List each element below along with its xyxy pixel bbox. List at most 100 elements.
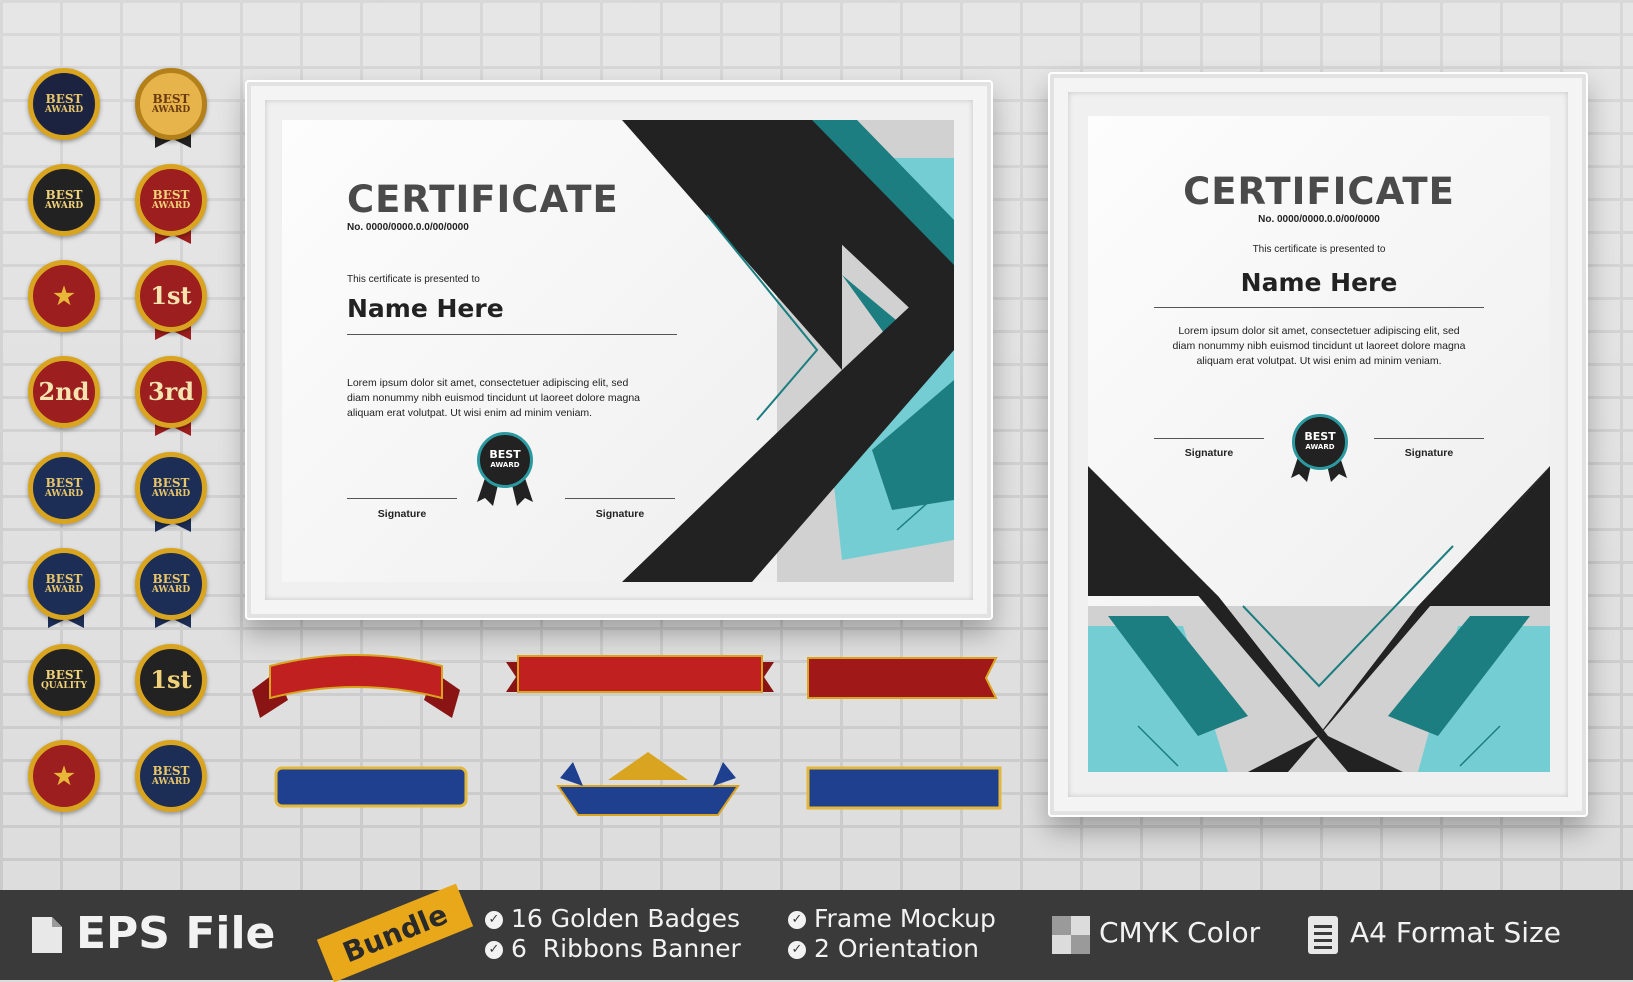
badge-text-top: 1st (150, 665, 192, 694)
portrait-body-text: Lorem ipsum dolor sit amet, consectetuer… (1088, 324, 1550, 369)
portrait-certificate-number: No. 0000/0000.0.0/00/0000 (1258, 214, 1380, 225)
bundle-tag: Bundle (316, 883, 474, 982)
feature-frame-mockup: ✓ Frame Mockup (788, 904, 996, 933)
a4-format-label: A4 Format Size (1350, 916, 1561, 949)
document-list-icon (1308, 916, 1338, 954)
award-badge: BEST AWARD (28, 164, 100, 236)
award-badge: BEST AWARD (135, 164, 207, 236)
portrait-body-line: Lorem ipsum dolor sit amet, consectetuer… (1178, 325, 1460, 337)
check-icon: ✓ (485, 911, 503, 929)
badge-text-top: BEST (45, 667, 83, 682)
cmyk-color-label: CMYK Color (1099, 916, 1261, 949)
cmyk-color-icon (1052, 916, 1090, 954)
footer-bar: EPS File Bundle ✓ 16 Golden Badges ✓ 6 Rib… (0, 883, 1633, 982)
red-ribbon-straight (506, 655, 774, 693)
seal-text-top: BEST (489, 448, 521, 461)
badge-text-bottom: QUALITY (40, 680, 88, 691)
badge-text-bottom: AWARD (44, 104, 84, 115)
landscape-body-line: diam nonummy nibh euismod tincidunt ut l… (347, 392, 641, 404)
badge-text-top: BEST (152, 475, 190, 490)
award-badge: BEST AWARD (28, 68, 100, 140)
landscape-certificate-title: CERTIFICATE (347, 178, 619, 221)
seal-text-bottom: AWARD (1305, 443, 1335, 451)
portrait-frame: CERTIFICATE No. 0000/0000.0.0/00/0000 Th… (1048, 72, 1588, 817)
portrait-signature-line-right (1374, 438, 1484, 439)
award-badge: BEST AWARD (135, 740, 207, 812)
portrait-certificate-title: CERTIFICATE (1183, 170, 1455, 213)
feature-text: 2 Orientation (814, 934, 979, 963)
badge-text-bottom: AWARD (151, 104, 191, 115)
award-badge: BEST AWARD (135, 452, 207, 524)
landscape-best-award-seal: BEST AWARD (477, 432, 533, 488)
landscape-signature-right: Signature (595, 508, 645, 520)
portrait-body-line: aliquam erat volutpat. Ut wisi enim ad m… (1196, 355, 1442, 367)
badge-text-top: ★ (53, 281, 75, 310)
landscape-frame: CERTIFICATE No. 0000/0000.0.0/00/0000 Th… (245, 80, 993, 620)
badge-text-bottom: AWARD (151, 584, 191, 595)
badge-text-bottom: AWARD (44, 488, 84, 499)
portrait-signature-left: Signature (1184, 447, 1234, 459)
award-badge: BEST AWARD (28, 548, 100, 620)
portrait-best-award-seal: BEST AWARD (1292, 414, 1348, 470)
blue-ribbon-folded (556, 752, 740, 816)
landscape-name-line (347, 334, 677, 335)
blue-ribbon-rounded (274, 766, 468, 808)
seal-text-top: BEST (1304, 430, 1336, 443)
blue-ribbon-flat (806, 766, 1002, 810)
badge-text-bottom: AWARD (44, 584, 84, 595)
badge-text-bottom: AWARD (151, 488, 191, 499)
portrait-body-line: diam nonummy nibh euismod tincidunt ut l… (1172, 340, 1466, 352)
badge-text-top: BEST (45, 91, 83, 106)
badge-text-top: BEST (45, 187, 83, 202)
landscape-signature-line-left (347, 498, 457, 499)
feature-text: Frame Mockup (814, 904, 996, 933)
portrait-presented-text: This certificate is presented to (1252, 244, 1386, 255)
badge-text-top: 3rd (147, 377, 195, 406)
badge-text-bottom: AWARD (151, 200, 191, 211)
check-icon: ✓ (788, 941, 806, 959)
award-badge: 1st (135, 260, 207, 332)
badge-text-top: 1st (150, 281, 192, 310)
badge-text-top: BEST (152, 187, 190, 202)
portrait-signature-line-left (1154, 438, 1264, 439)
landscape-certificate-number: No. 0000/0000.0.0/00/0000 (347, 222, 469, 233)
bundle-label: Bundle (337, 897, 453, 969)
badge-text-top: ★ (53, 761, 75, 790)
landscape-signature-line-right (565, 498, 675, 499)
feature-golden-badges: ✓ 16 Golden Badges (485, 904, 740, 933)
badge-text-top: BEST (152, 571, 190, 586)
award-badge: 3rd (135, 356, 207, 428)
award-badge: BEST AWARD (135, 68, 207, 140)
feature-ribbons-banner: ✓ 6 Ribbons Banner (485, 934, 741, 963)
award-badge: BEST AWARD (28, 452, 100, 524)
landscape-certificate: CERTIFICATE No. 0000/0000.0.0/00/0000 Th… (282, 120, 954, 582)
check-icon: ✓ (485, 941, 503, 959)
eps-file-label: EPS File (76, 908, 276, 959)
check-icon: ✓ (788, 911, 806, 929)
award-badge: 2nd (28, 356, 100, 428)
red-ribbon-curved (252, 654, 460, 718)
badge-text-bottom: AWARD (151, 776, 191, 787)
portrait-signature-right: Signature (1404, 447, 1454, 459)
landscape-body-text: Lorem ipsum dolor sit amet, consectetuer… (347, 376, 687, 421)
landscape-body-line: aliquam erat volutpat. Ut wisi enim ad m… (347, 407, 593, 419)
portrait-name-line (1154, 307, 1484, 308)
award-badge: BEST QUALITY (28, 644, 100, 716)
red-ribbon-tag (807, 657, 998, 699)
badge-text-top: BEST (45, 571, 83, 586)
award-badge: BEST AWARD (135, 548, 207, 620)
award-badge: 1st (135, 644, 207, 716)
seal-text-bottom: AWARD (490, 461, 520, 469)
document-icon (32, 917, 62, 953)
ribbon-banners (252, 654, 1002, 816)
landscape-signature-left: Signature (377, 508, 427, 520)
landscape-body-line: Lorem ipsum dolor sit amet, consectetuer… (347, 377, 629, 389)
badge-text-top: BEST (45, 475, 83, 490)
feature-text: 6 Ribbons Banner (511, 934, 741, 963)
feature-orientation: ✓ 2 Orientation (788, 934, 979, 963)
badge-text-top: 2nd (38, 377, 90, 406)
landscape-presented-text: This certificate is presented to (347, 274, 480, 285)
award-badge: ★ (28, 260, 100, 332)
badge-text-top: BEST (152, 91, 190, 106)
portrait-recipient-name: Name Here (1240, 268, 1398, 297)
